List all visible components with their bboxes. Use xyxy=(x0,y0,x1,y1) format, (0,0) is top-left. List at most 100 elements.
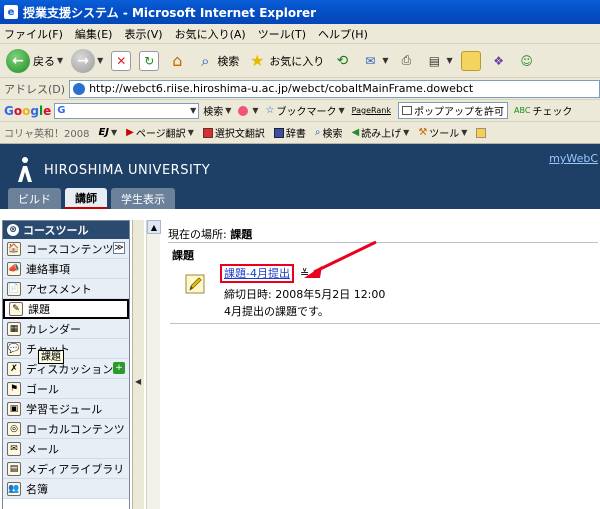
assignment-link[interactable]: 課題-4月提出 xyxy=(220,264,294,283)
print-button[interactable]: ⎙ xyxy=(396,51,416,71)
sidebar-item-local-content[interactable]: ◎ ローカルコンテンツ xyxy=(3,419,129,439)
breadcrumb: 現在の場所: 課題 xyxy=(168,226,252,242)
back-button[interactable]: ← 戻る ▼ xyxy=(6,48,63,73)
scroll-up-icon[interactable]: ▲ xyxy=(147,220,161,234)
sidebar-item-roster[interactable]: 👥 名簿 xyxy=(3,479,129,499)
sidebar-header: ⊗ コースツール xyxy=(3,221,129,239)
history-button[interactable]: ⟲ xyxy=(332,51,352,71)
folder-icon xyxy=(460,50,481,71)
sidebar-item-label: メール xyxy=(26,442,59,456)
google-search-input[interactable]: G ▼ xyxy=(54,102,200,119)
sidebar-item-media-library[interactable]: ▤ メディアライブラリ xyxy=(3,459,129,479)
messenger-icon: ☺ xyxy=(520,53,533,68)
page-translate-button[interactable]: ▶ ページ翻訳 ▼ xyxy=(126,125,194,140)
sidebar-item-label: 名簿 xyxy=(26,482,48,496)
google-bookmark-button[interactable]: ☆ ブックマーク ▼ xyxy=(266,103,345,118)
webct-page: HIROSHIMA UNIVERSITY myWebC ビルド 講師 学生表示 … xyxy=(0,144,600,509)
collapse-arrow-icon[interactable]: ◀ xyxy=(135,377,141,386)
frame-divider[interactable]: ◀ xyxy=(132,220,144,509)
sidebar-item-goals[interactable]: ⚑ ゴール xyxy=(3,379,129,399)
sidebar-item-discussions[interactable]: ✗ ディスカッション + xyxy=(3,359,129,379)
star-icon: ★ xyxy=(250,51,265,70)
course-tools-sidebar: ⊗ コースツール 🏠 コースコンテンツ ≫ 📣 連絡事項 📄 アセスメント ✎ … xyxy=(2,220,130,509)
dict-help-button[interactable] xyxy=(476,127,488,138)
check-label: チェック xyxy=(532,107,573,118)
sidebar-item-assessments[interactable]: 📄 アセスメント xyxy=(3,279,129,299)
breadcrumb-divider xyxy=(168,242,598,243)
google-toolbar: Google G ▼ 検索 ▼ ▼ ☆ ブックマーク ▼ PageRank ポッ… xyxy=(0,100,600,122)
google-search-button[interactable]: 検索 ▼ xyxy=(203,103,231,118)
chevron-down-icon: ▼ xyxy=(190,106,197,115)
dictionary-button[interactable]: 辞書 xyxy=(273,125,306,140)
search-button[interactable]: ⌕ 検索 xyxy=(195,51,239,71)
spellcheck-icon: ABC xyxy=(514,106,531,115)
forward-button[interactable]: → ▼ xyxy=(71,48,103,73)
tab-instructor[interactable]: 講師 xyxy=(65,188,107,209)
sidebar-item-label: ゴール xyxy=(26,382,59,396)
assessment-icon: 📄 xyxy=(7,281,21,296)
sidebar-item-course-content[interactable]: 🏠 コースコンテンツ ≫ xyxy=(3,239,129,259)
stop-button[interactable]: ✕ xyxy=(111,50,132,71)
sidebar-item-chat[interactable]: 💬 チャット xyxy=(3,339,129,359)
dict-mode-button[interactable]: EJ ▼ xyxy=(98,127,117,138)
mail-button[interactable]: ✉ ▼ xyxy=(360,51,388,71)
popup-allow-button[interactable]: ポップアップを許可 xyxy=(398,102,509,119)
search-icon: ⌕ xyxy=(314,127,321,138)
goal-icon: ⚑ xyxy=(7,381,21,396)
menu-favorites[interactable]: お気に入り(A) xyxy=(175,26,246,42)
menu-tools[interactable]: ツール(T) xyxy=(258,26,306,42)
folder-button[interactable] xyxy=(460,50,481,71)
popup-label: ポップアップを許可 xyxy=(414,107,505,118)
add-icon[interactable]: + xyxy=(113,362,125,374)
chevron-down-icon: ▼ xyxy=(403,128,410,137)
chevron-down-icon: ▼ xyxy=(111,128,118,137)
google-search-label: 検索 xyxy=(203,107,224,118)
assignment-tooltip: 課題 xyxy=(38,350,64,364)
content-scrollbar[interactable]: ▲ xyxy=(146,220,161,509)
dict-search-button[interactable]: ⌕ 検索 xyxy=(315,125,343,140)
play-icon: ▶ xyxy=(126,127,134,138)
home-button[interactable]: ⌂ xyxy=(167,51,187,71)
research-icon: ❖ xyxy=(493,53,504,68)
dict-tools-button[interactable]: ⚒ ツール ▼ xyxy=(418,125,467,140)
role-tabs: ビルド 講師 学生表示 xyxy=(8,188,179,209)
messenger-button[interactable]: ☺ xyxy=(517,51,537,71)
sidebar-item-mail[interactable]: ✉ メール xyxy=(3,439,129,459)
menu-file[interactable]: ファイル(F) xyxy=(4,26,63,42)
popup-icon xyxy=(402,106,413,115)
chevron-down-icon: ▼ xyxy=(446,56,453,65)
collapse-icon[interactable]: ≫ xyxy=(113,242,125,254)
read-aloud-button[interactable]: ◀ 読み上げ ▼ xyxy=(351,125,409,140)
translate-icon xyxy=(202,127,213,138)
menu-edit[interactable]: 編集(E) xyxy=(75,26,113,42)
google-settings-button[interactable]: ▼ xyxy=(238,105,259,116)
sidebar-item-calendar[interactable]: ▦ カレンダー xyxy=(3,319,129,339)
action-menu-icon[interactable]: ≚ xyxy=(300,267,309,280)
research-button[interactable]: ❖ xyxy=(489,51,509,71)
select-translate-button[interactable]: 選択文翻訳 xyxy=(202,125,265,140)
tab-student-view[interactable]: 学生表示 xyxy=(111,188,175,209)
annotation-arrow-icon xyxy=(304,240,377,278)
menu-view[interactable]: 表示(V) xyxy=(124,26,162,42)
dictionary-toolbar: コリャ英和！2008 EJ ▼ ▶ ページ翻訳 ▼ 選択文翻訳 辞書 ⌕ 検索 … xyxy=(0,122,600,144)
address-input[interactable]: http://webct6.riise.hiroshima-u.ac.jp/we… xyxy=(69,79,600,98)
favorites-button[interactable]: ★ お気に入り xyxy=(247,51,324,71)
sidebar-item-announcements[interactable]: 📣 連絡事項 xyxy=(3,259,129,279)
google-logo[interactable]: Google xyxy=(4,104,51,118)
sidebar-item-assignments[interactable]: ✎ 課題 xyxy=(3,299,129,319)
address-bar: アドレス(D) http://webct6.riise.hiroshima-u.… xyxy=(0,78,600,100)
media-library-icon: ▤ xyxy=(7,461,21,476)
spell-check-button[interactable]: ABC チェック xyxy=(514,103,572,118)
tab-build[interactable]: ビルド xyxy=(8,188,61,209)
refresh-button[interactable]: ↻ xyxy=(139,50,160,71)
pagerank-indicator[interactable]: PageRank xyxy=(352,106,391,115)
chevron-down-icon: ▼ xyxy=(338,106,345,115)
assignment-pencil-icon xyxy=(185,274,205,294)
menu-help[interactable]: ヘルプ(H) xyxy=(318,26,368,42)
mywebct-link[interactable]: myWebC xyxy=(549,152,598,165)
home-icon: ⌂ xyxy=(172,51,183,70)
sidebar-item-label: ローカルコンテンツ xyxy=(26,422,125,436)
sidebar-item-learning-modules[interactable]: ▣ 学習モジュール xyxy=(3,399,129,419)
edit-button[interactable]: ▤ ▼ xyxy=(424,51,453,71)
page-icon xyxy=(73,82,86,95)
